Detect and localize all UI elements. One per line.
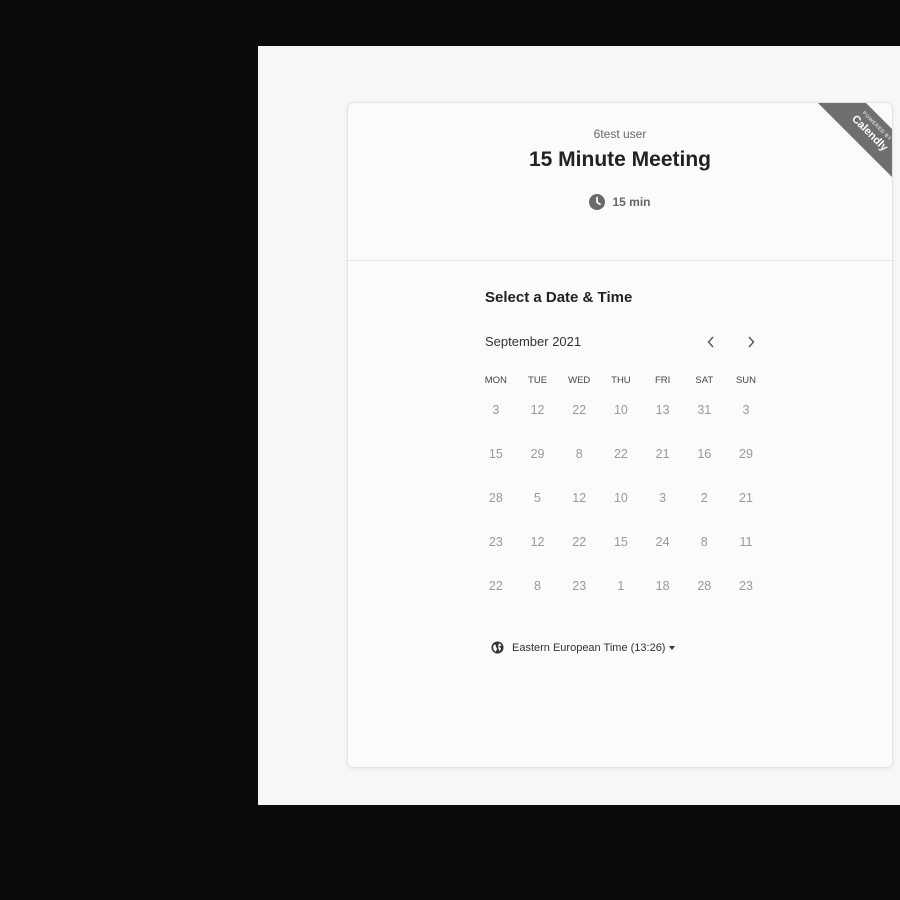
- next-month-button[interactable]: [742, 333, 760, 351]
- calendar-day: 22: [572, 403, 587, 417]
- calendar-day: 31: [697, 403, 712, 417]
- event-duration: 15 min: [348, 194, 892, 210]
- calendar-day: 22: [572, 535, 587, 549]
- calendar-day: 5: [534, 491, 541, 505]
- calendar-day: 3: [659, 491, 667, 505]
- calendar-day: 21: [739, 491, 753, 505]
- calendar-day: 28: [488, 491, 503, 505]
- calendar-day: 15: [613, 535, 628, 549]
- weekday-header: MON TUE WED THU FRI SAT SUN: [475, 375, 767, 391]
- chevron-left-icon: [707, 336, 714, 348]
- calendar-day: 10: [613, 491, 628, 505]
- calendar-week: 28 5 12 10 3 2 21: [475, 479, 767, 523]
- calendar-day: 3: [742, 403, 750, 417]
- calendar-day: 12: [530, 403, 545, 417]
- calendar-week: 3 12 22 10 13 31 3: [475, 391, 767, 435]
- calendar-week: 22 8 23 1 18 28 23: [475, 567, 767, 611]
- calendar-week: 15 29 8 22 21 16 29: [475, 435, 767, 479]
- calendar-day: 15: [488, 447, 503, 461]
- calendar-day: 23: [572, 579, 587, 593]
- calendar-day: 29: [739, 447, 753, 461]
- calendar-day: 28: [697, 579, 712, 593]
- calendar-day: 12: [530, 535, 545, 549]
- caret-down-icon: [669, 645, 676, 650]
- calendar-day: 12: [572, 491, 587, 505]
- calendar-day: 21: [655, 447, 670, 461]
- duration-label: 15 min: [612, 195, 651, 209]
- chevron-right-icon: [748, 336, 755, 348]
- calendar-day: 2: [700, 491, 708, 505]
- booking-panel: 6test user 15 Minute Meeting 15 min POWE…: [258, 46, 900, 805]
- timezone-selector[interactable]: Eastern European Time (13:26): [491, 641, 676, 654]
- weekday-mon: MON: [484, 375, 507, 386]
- calendar-day: 13: [655, 403, 670, 417]
- calendar-day: 8: [700, 535, 708, 549]
- powered-by-ribbon[interactable]: POWERED BY Calendly: [806, 103, 892, 189]
- timezone-label: Eastern European Time (13:26): [512, 641, 666, 654]
- calendar-day: 8: [575, 447, 583, 461]
- select-date-heading: Select a Date & Time: [485, 289, 633, 306]
- calendar-week: 23 12 22 15 24 8 11: [475, 523, 767, 567]
- month-label: September 2021: [485, 334, 582, 349]
- calendar-grid: MON TUE WED THU FRI SAT SUN 3 12 22 10 1…: [475, 375, 767, 611]
- globe-icon: [491, 641, 504, 654]
- weekday-tue: TUE: [528, 375, 548, 386]
- calendar-day: 11: [739, 535, 753, 549]
- weekday-sun: SUN: [735, 375, 756, 386]
- calendar-day: 10: [613, 403, 628, 417]
- calendar-day: 24: [655, 535, 670, 549]
- calendar-day: 3: [492, 403, 500, 417]
- weekday-wed: WED: [568, 375, 591, 386]
- booking-card: 6test user 15 Minute Meeting 15 min POWE…: [347, 102, 893, 768]
- clock-icon: [589, 194, 606, 210]
- calendar-day: 22: [613, 447, 628, 461]
- calendar-day: 23: [739, 579, 753, 593]
- weekday-fri: FRI: [654, 375, 671, 386]
- calendar-day: 23: [488, 535, 503, 549]
- calendar-day: 8: [534, 579, 541, 593]
- calendar-day: 29: [530, 447, 545, 461]
- weekday-sat: SAT: [695, 375, 714, 386]
- ribbon-brand: Calendly: [849, 112, 891, 154]
- weekday-thu: THU: [611, 375, 631, 386]
- calendar-day: 16: [697, 447, 712, 461]
- calendar-day: 1: [617, 579, 625, 593]
- calendar-day: 22: [488, 579, 503, 593]
- ribbon-band: POWERED BY Calendly: [813, 103, 892, 189]
- calendar-day: 18: [655, 579, 670, 593]
- prev-month-button[interactable]: [702, 333, 720, 351]
